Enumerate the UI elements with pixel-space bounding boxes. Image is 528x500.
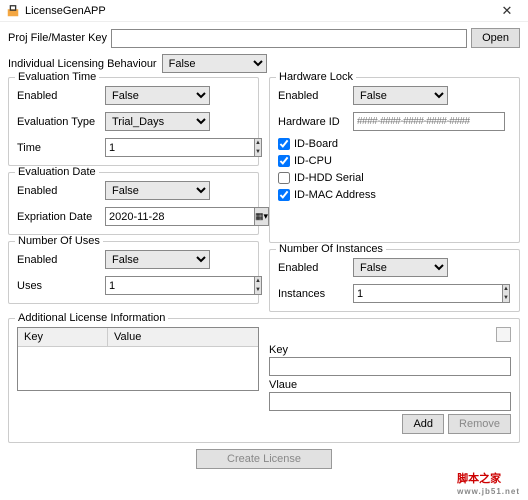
uses-count-label: Uses: [17, 280, 105, 292]
hw-title: Hardware Lock: [276, 71, 356, 83]
ilb-label: Individual Licensing Behaviour: [8, 58, 157, 70]
inst-title: Number Of Instances: [276, 243, 386, 255]
evaluation-time-title: Evaluation Time: [15, 71, 99, 83]
et-time-spinner[interactable]: ▲▼: [255, 138, 262, 157]
ed-date-picker-button[interactable]: ▦▾: [255, 207, 269, 226]
uses-group: Number Of Uses Enabled False Uses ▲▼: [8, 241, 259, 304]
uses-enabled-label: Enabled: [17, 254, 105, 266]
additional-info-group: Additional License Information Key Value…: [8, 318, 520, 443]
evaluation-date-group: Evaluation Date Enabled False Expriation…: [8, 172, 259, 235]
inst-count-label: Instances: [278, 288, 353, 300]
create-license-button[interactable]: Create License: [196, 449, 332, 469]
app-icon: [6, 4, 20, 18]
et-enabled-label: Enabled: [17, 90, 105, 102]
et-time-input[interactable]: [105, 138, 255, 157]
hw-hdd-label: ID-HDD Serial: [294, 172, 364, 184]
ilb-select[interactable]: False: [162, 54, 267, 73]
hw-hdd-checkbox[interactable]: [278, 172, 290, 184]
open-button[interactable]: Open: [471, 28, 520, 48]
hw-id-input[interactable]: [353, 112, 505, 131]
kv-table[interactable]: Key Value: [17, 327, 259, 391]
remove-button[interactable]: Remove: [448, 414, 511, 434]
inst-input[interactable]: [353, 284, 503, 303]
kv-key-label: Key: [269, 344, 511, 356]
hw-cpu-label: ID-CPU: [294, 155, 332, 167]
proj-file-label: Proj File/Master Key: [8, 32, 107, 44]
hw-mac-label: ID-MAC Address: [294, 189, 376, 201]
inst-spinner[interactable]: ▲▼: [503, 284, 510, 303]
window-title: LicenseGenAPP: [25, 5, 492, 17]
evaluation-time-group: Evaluation Time Enabled False Evaluation…: [8, 77, 259, 166]
ed-date-input[interactable]: [105, 207, 255, 226]
proj-file-input[interactable]: [111, 29, 467, 48]
uses-input[interactable]: [105, 276, 255, 295]
et-type-label: Evaluation Type: [17, 116, 105, 128]
hw-enabled-select[interactable]: False: [353, 86, 448, 105]
ed-expr-label: Expriation Date: [17, 211, 105, 223]
kv-col-key: Key: [18, 328, 108, 346]
hw-board-checkbox[interactable]: [278, 138, 290, 150]
grid-icon[interactable]: [496, 327, 511, 342]
ed-enabled-select[interactable]: False: [105, 181, 210, 200]
hw-id-label: Hardware ID: [278, 116, 353, 128]
hw-mac-checkbox[interactable]: [278, 189, 290, 201]
addl-title: Additional License Information: [15, 312, 168, 324]
evaluation-date-title: Evaluation Date: [15, 166, 99, 178]
kv-value-label: Vlaue: [269, 379, 511, 391]
hardware-lock-group: Hardware Lock Enabled False Hardware ID …: [269, 77, 520, 243]
hw-enabled-label: Enabled: [278, 90, 353, 102]
uses-enabled-select[interactable]: False: [105, 250, 210, 269]
close-button[interactable]: ✕: [492, 3, 522, 19]
kv-key-input[interactable]: [269, 357, 511, 376]
uses-title: Number Of Uses: [15, 235, 103, 247]
uses-spinner[interactable]: ▲▼: [255, 276, 262, 295]
hw-cpu-checkbox[interactable]: [278, 155, 290, 167]
instances-group: Number Of Instances Enabled False Instan…: [269, 249, 520, 312]
kv-value-input[interactable]: [269, 392, 511, 411]
titlebar: LicenseGenAPP ✕: [0, 0, 528, 22]
add-button[interactable]: Add: [402, 414, 444, 434]
et-time-label: Time: [17, 142, 105, 154]
kv-col-value: Value: [108, 328, 258, 346]
inst-enabled-label: Enabled: [278, 262, 353, 274]
et-enabled-select[interactable]: False: [105, 86, 210, 105]
ed-enabled-label: Enabled: [17, 185, 105, 197]
hw-board-label: ID-Board: [294, 138, 338, 150]
et-type-select[interactable]: Trial_Days: [105, 112, 210, 131]
inst-enabled-select[interactable]: False: [353, 258, 448, 277]
